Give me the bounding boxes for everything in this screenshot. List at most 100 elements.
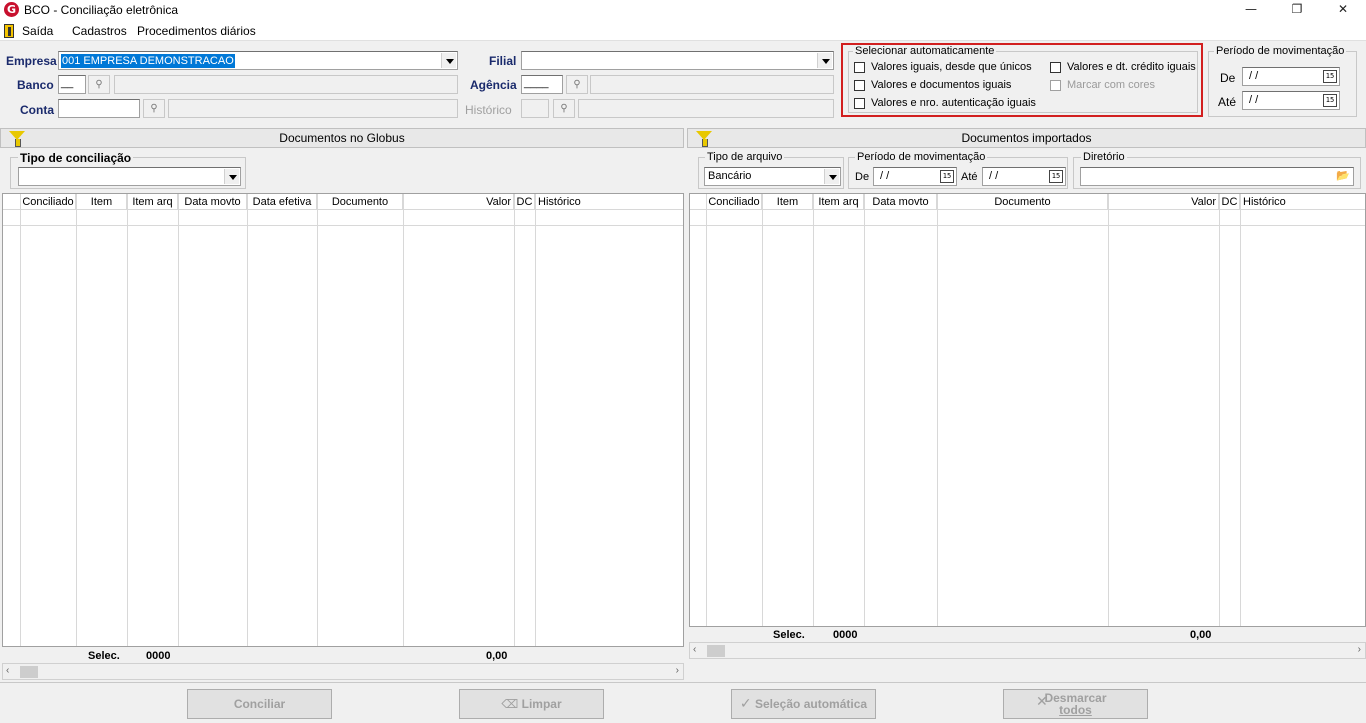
- exit-door-icon[interactable]: [4, 24, 14, 38]
- scroll-thumb[interactable]: [20, 666, 38, 678]
- col-item-arq[interactable]: Item arq: [128, 194, 178, 210]
- col-valor[interactable]: Valor: [1109, 194, 1219, 210]
- right-total: 0,00: [1190, 629, 1212, 641]
- left-selec-label: Selec.: [88, 650, 120, 662]
- filial-label: Filial: [489, 54, 517, 68]
- right-period-de-value: / /: [880, 170, 890, 182]
- col-item-arq[interactable]: Item arq: [814, 194, 864, 210]
- filter-funnel-icon[interactable]: [9, 131, 25, 147]
- historico-name-field: [578, 99, 834, 118]
- opt-marcar-cores-label: Marcar com cores: [1067, 79, 1156, 91]
- right-horizontal-scrollbar[interactable]: ‹ ›: [689, 642, 1366, 659]
- grid-column-line: [864, 194, 865, 626]
- col-valor[interactable]: Valor: [404, 194, 514, 210]
- col-conciliado[interactable]: Conciliado: [21, 194, 76, 210]
- menu-saida[interactable]: Saída: [22, 24, 53, 38]
- right-period-ate-input[interactable]: / / 15: [982, 167, 1066, 186]
- grid-column-line: [706, 194, 707, 626]
- left-horizontal-scrollbar[interactable]: ‹ ›: [2, 663, 684, 680]
- scroll-thumb[interactable]: [707, 645, 725, 657]
- restore-button[interactable]: ❐: [1274, 0, 1320, 20]
- tipo-arquivo-value: Bancário: [708, 170, 752, 182]
- chevron-down-icon[interactable]: [824, 169, 839, 184]
- menu-procedimentos-diarios[interactable]: Procedimentos diários: [137, 24, 256, 38]
- col-data-movto[interactable]: Data movto: [865, 194, 937, 210]
- menu-cadastros[interactable]: Cadastros: [72, 24, 127, 38]
- calendar-icon[interactable]: 15: [1323, 94, 1337, 107]
- filter-funnel-icon[interactable]: [696, 131, 712, 147]
- calendar-icon[interactable]: 15: [940, 170, 954, 183]
- scroll-left-icon[interactable]: ‹: [693, 644, 696, 655]
- banco-lookup-binoculars-icon[interactable]: ⚲: [88, 75, 110, 94]
- limpar-label: Limpar: [521, 697, 562, 711]
- scroll-left-icon[interactable]: ‹: [6, 665, 9, 676]
- chevron-down-icon[interactable]: [441, 53, 456, 68]
- diretorio-input[interactable]: 📂: [1080, 167, 1354, 186]
- table-row[interactable]: [690, 210, 1365, 226]
- left-grid[interactable]: Conciliado Item Item arq Data movto Data…: [2, 193, 684, 647]
- scroll-right-icon[interactable]: ›: [1358, 644, 1361, 655]
- agencia-code-input[interactable]: ____: [521, 75, 563, 94]
- folder-open-icon[interactable]: 📂: [1336, 169, 1350, 182]
- x-icon: ✕: [1036, 694, 1048, 710]
- opt-valores-autenticacao-checkbox[interactable]: [854, 98, 865, 109]
- period-de-label: De: [1220, 71, 1236, 85]
- scroll-right-icon[interactable]: ›: [676, 665, 679, 676]
- banco-code-input[interactable]: __: [58, 75, 86, 94]
- col-dc[interactable]: DC: [515, 194, 535, 210]
- right-selec-count: 0000: [833, 629, 858, 641]
- conciliar-button[interactable]: Conciliar: [187, 689, 332, 719]
- col-item[interactable]: Item: [77, 194, 127, 210]
- agencia-lookup-binoculars-icon[interactable]: ⚲: [566, 75, 588, 94]
- right-panel-title: Documentos importados: [961, 131, 1092, 145]
- checkmark-icon: ✓: [739, 696, 752, 712]
- opt-marcar-cores-checkbox: [1050, 80, 1061, 91]
- grid-column-line: [1219, 194, 1220, 626]
- right-period-de-input[interactable]: / / 15: [873, 167, 957, 186]
- period-ate-label: Até: [1218, 95, 1237, 109]
- tipo-arquivo-combo[interactable]: Bancário: [704, 167, 841, 186]
- minimize-button[interactable]: —: [1228, 0, 1274, 20]
- table-row[interactable]: [3, 210, 683, 226]
- filial-combo[interactable]: [521, 51, 834, 70]
- col-historico[interactable]: Histórico: [1241, 194, 1361, 210]
- grid-column-line: [937, 194, 938, 626]
- col-item[interactable]: Item: [763, 194, 813, 210]
- col-documento[interactable]: Documento: [318, 194, 403, 210]
- col-data-movto[interactable]: Data movto: [179, 194, 247, 210]
- col-dc[interactable]: DC: [1220, 194, 1240, 210]
- conta-lookup-binoculars-icon[interactable]: ⚲: [143, 99, 165, 118]
- calendar-icon[interactable]: 15: [1049, 170, 1063, 183]
- opt-valores-documentos-checkbox[interactable]: [854, 80, 865, 91]
- chevron-down-icon[interactable]: [817, 53, 832, 68]
- historico-lookup-binoculars-icon: ⚲: [553, 99, 575, 118]
- empresa-combo[interactable]: 001 EMPRESA DEMONSTRACAO: [58, 51, 458, 70]
- col-conciliado[interactable]: Conciliado: [707, 194, 762, 210]
- left-panel-header: Documentos no Globus: [0, 128, 684, 148]
- grid-column-line: [247, 194, 248, 646]
- col-documento[interactable]: Documento: [938, 194, 1108, 210]
- broom-icon: ⌫: [501, 697, 519, 711]
- col-data-efetiva[interactable]: Data efetiva: [248, 194, 317, 210]
- grid-column-line: [127, 194, 128, 646]
- diretorio-label: Diretório: [1081, 151, 1127, 163]
- calendar-icon[interactable]: 15: [1323, 70, 1337, 83]
- selecao-automatica-button[interactable]: ✓ Seleção automática: [731, 689, 876, 719]
- col-historico[interactable]: Histórico: [536, 194, 683, 210]
- period-de-input[interactable]: / / 15: [1242, 67, 1340, 86]
- auto-select-title: Selecionar automaticamente: [853, 45, 997, 57]
- opt-valores-unicos-checkbox[interactable]: [854, 62, 865, 73]
- limpar-button[interactable]: ⌫ Limpar: [459, 689, 604, 719]
- conta-input[interactable]: [58, 99, 140, 118]
- desmarcar-todos-button[interactable]: ✕ Desmarcar todos: [1003, 689, 1148, 719]
- tipo-conciliacao-combo[interactable]: [18, 167, 241, 186]
- toolbar-divider: [0, 682, 1366, 683]
- chevron-down-icon[interactable]: [224, 169, 239, 184]
- right-grid[interactable]: Conciliado Item Item arq Data movto Docu…: [689, 193, 1366, 627]
- opt-valores-credito-checkbox[interactable]: [1050, 62, 1061, 73]
- grid-column-line: [403, 194, 404, 646]
- period-ate-input[interactable]: / / 15: [1242, 91, 1340, 110]
- close-button[interactable]: ✕: [1320, 0, 1366, 20]
- opt-valores-autenticacao-label: Valores e nro. autenticação iguais: [871, 97, 1036, 109]
- opt-valores-documentos-label: Valores e documentos iguais: [871, 79, 1012, 91]
